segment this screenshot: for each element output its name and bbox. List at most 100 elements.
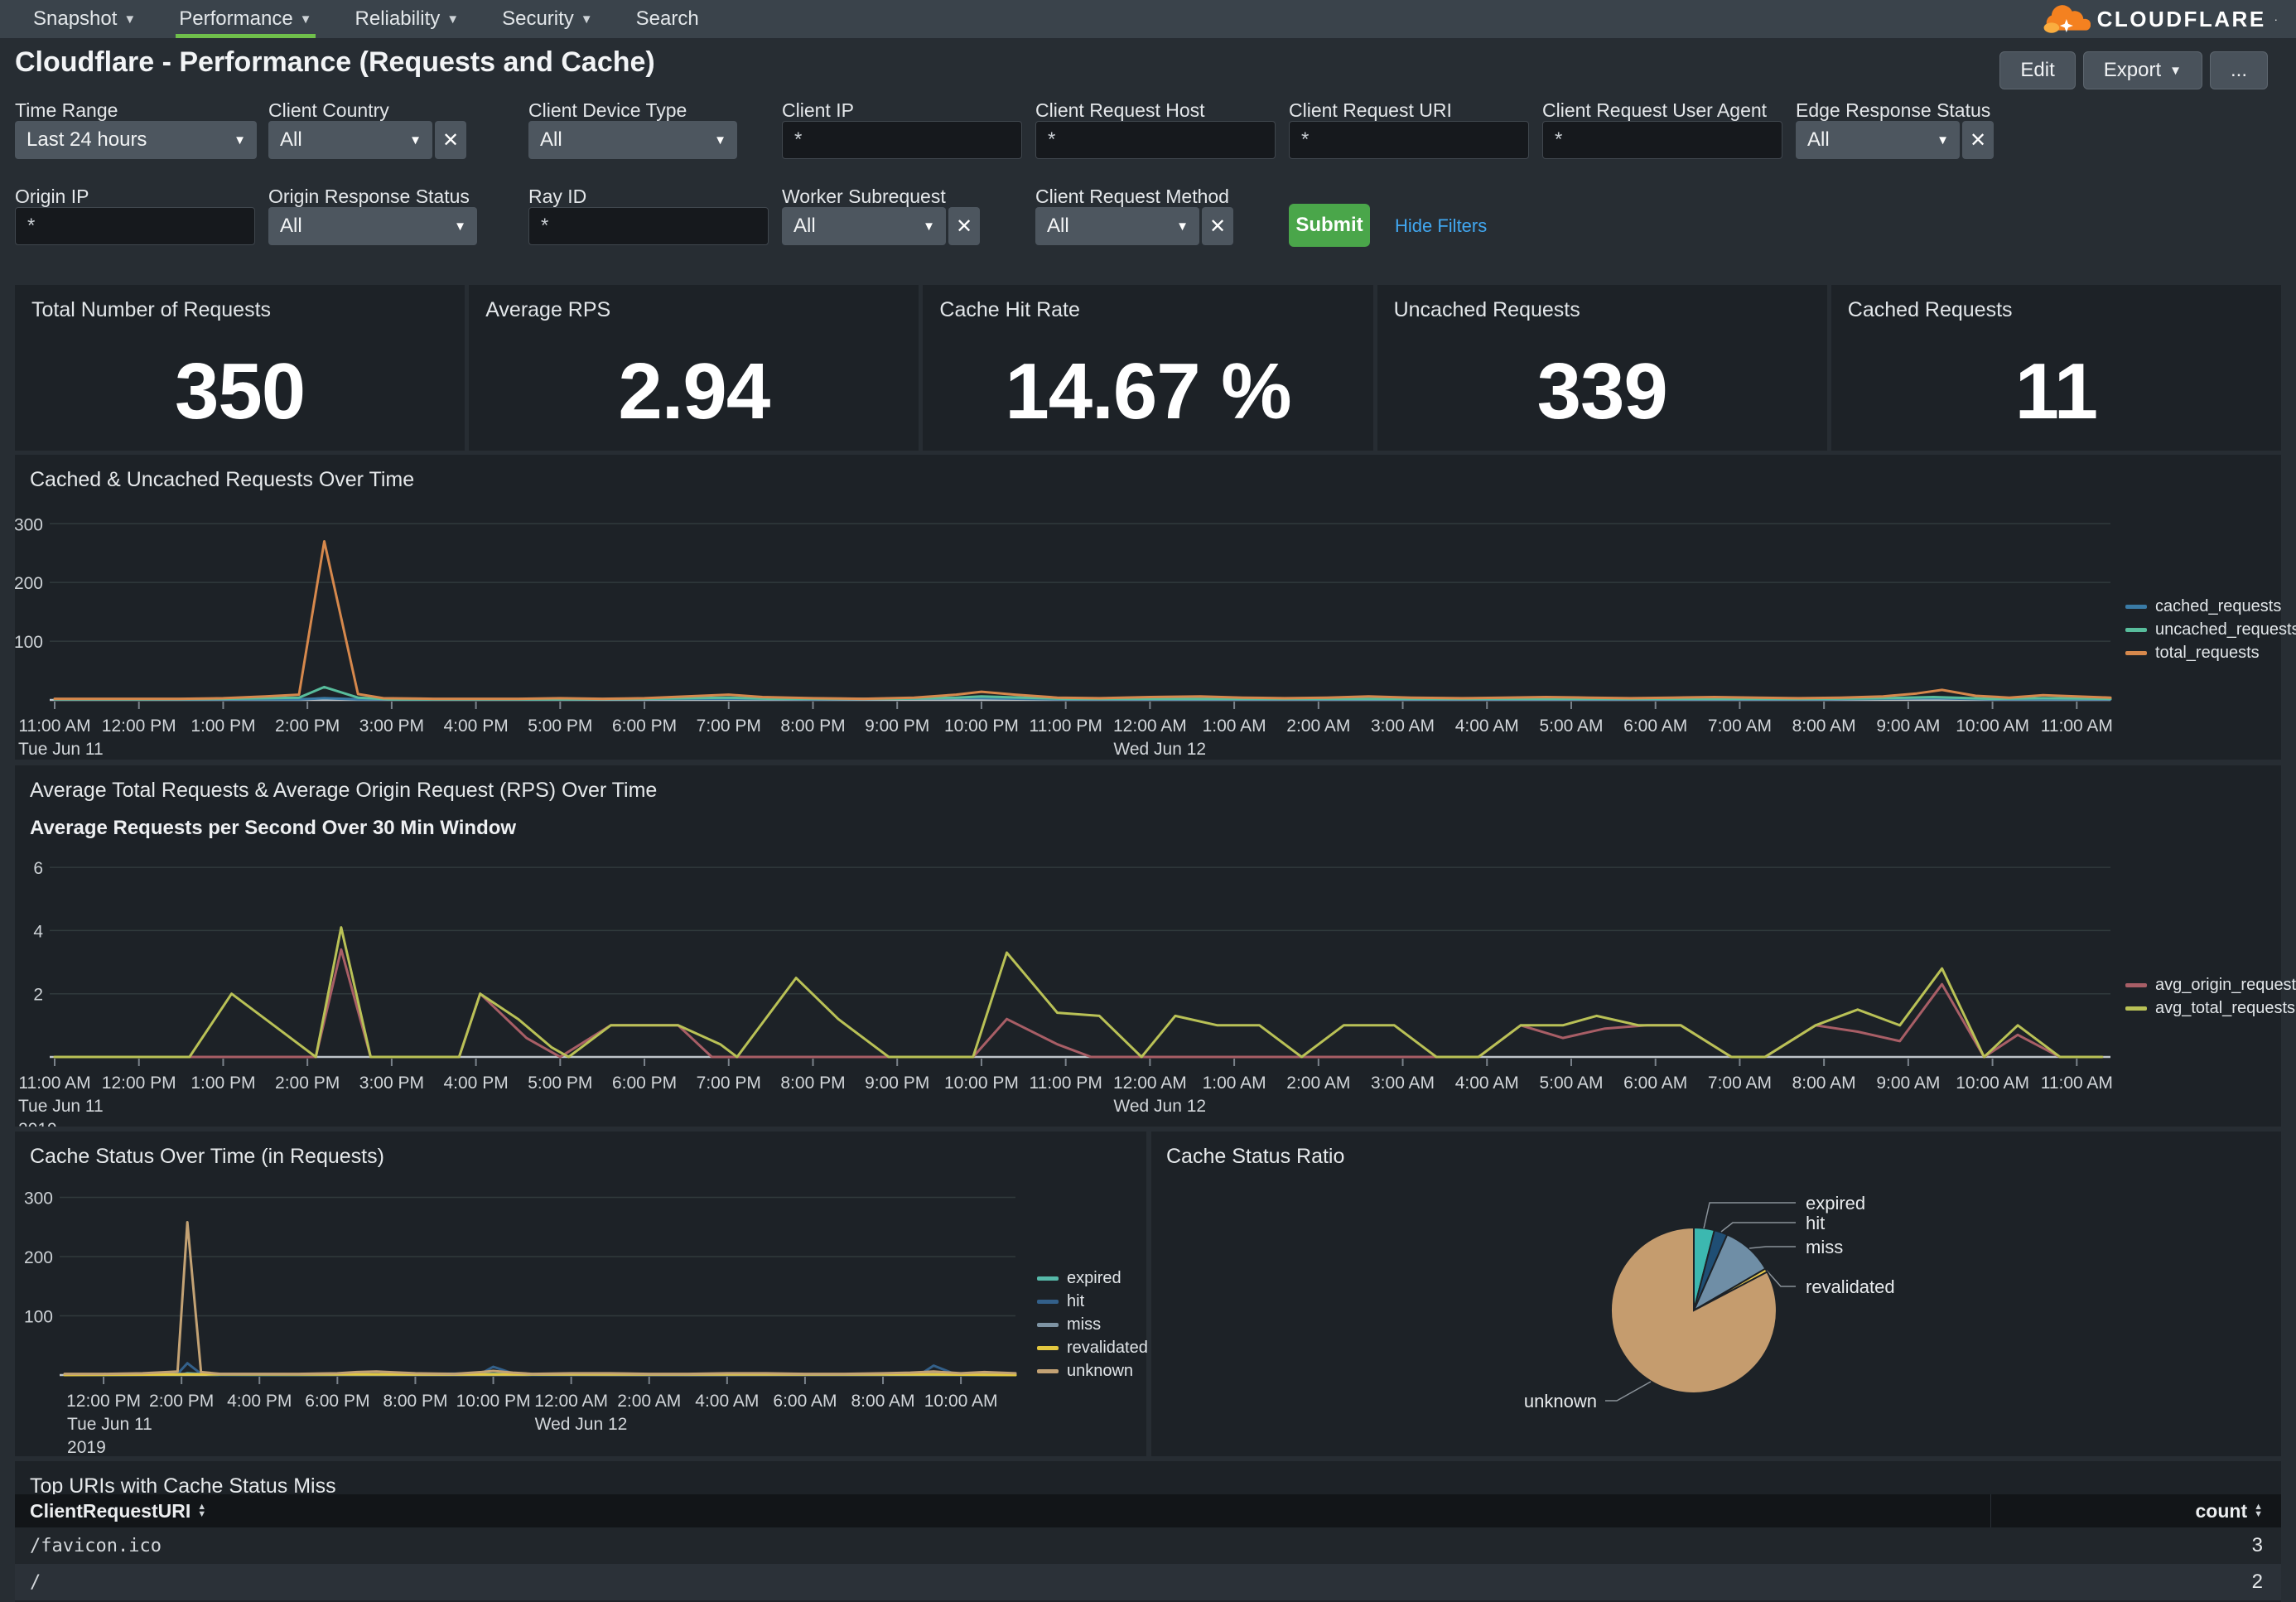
pie-label-revalidated: revalidated	[1806, 1276, 1895, 1297]
legend-item-cached_requests[interactable]: cached_requests	[2125, 597, 2296, 616]
clear-filter-button[interactable]: ✕	[948, 207, 980, 245]
nav-item-snapshot[interactable]: Snapshot▼	[30, 0, 139, 38]
svg-text:300: 300	[15, 515, 43, 534]
chevron-down-icon: ▼	[714, 133, 726, 147]
legend-swatch	[2125, 651, 2147, 655]
svg-text:2:00 PM: 2:00 PM	[275, 717, 340, 736]
cloudflare-logo: CLOUDFLARE·	[2039, 0, 2278, 38]
client-ip-input[interactable]	[782, 121, 1022, 159]
legend-label: total_requests	[2155, 644, 2260, 663]
nav-item-label: Performance	[179, 7, 292, 31]
filter-control	[782, 121, 1022, 159]
chart-legend: avg_origin_requests avg_total_requests	[2125, 976, 2296, 1018]
stat-card: Average RPS2.94	[469, 285, 919, 451]
client-device-type-select[interactable]: All ▼	[528, 121, 737, 159]
svg-text:7:00 AM: 7:00 AM	[1708, 717, 1772, 736]
ray-id-input[interactable]	[528, 207, 769, 245]
legend-label: unknown	[1067, 1362, 1133, 1381]
select-value: All	[540, 128, 562, 152]
filter-label: Client Request User Agent	[1542, 99, 1767, 122]
hide-filters-link[interactable]: Hide Filters	[1395, 215, 1487, 237]
nav-item-performance[interactable]: Performance▼	[176, 0, 315, 38]
legend-swatch	[1037, 1323, 1059, 1327]
legend-swatch	[1037, 1369, 1059, 1373]
svg-text:Tue Jun 11: Tue Jun 11	[18, 740, 104, 759]
client-request-uri-input[interactable]	[1289, 121, 1529, 159]
edge-response-status-select[interactable]: All▼	[1796, 121, 1960, 159]
svg-text:6:00 AM: 6:00 AM	[773, 1392, 837, 1411]
stat-cards-row: Total Number of Requests 350Average RPS2.…	[15, 285, 2281, 451]
filter-label: Client Request Host	[1035, 99, 1205, 122]
svg-text:100: 100	[24, 1307, 53, 1326]
stat-value: 350	[15, 333, 465, 451]
svg-text:12:00 AM: 12:00 AM	[1113, 1074, 1187, 1093]
chart-plot-cache-status-over-time[interactable]: 10020030012:00 PMTue Jun 1120192:00 PM4:…	[15, 1132, 1146, 1456]
svg-text:Tue Jun 11: Tue Jun 11	[18, 1097, 104, 1116]
client-country-select[interactable]: All▼	[268, 121, 432, 159]
legend-swatch	[1037, 1346, 1059, 1350]
filter-label: Edge Response Status	[1796, 99, 1990, 122]
filter-label: Time Range	[15, 99, 118, 122]
export-button[interactable]: Export▼	[2083, 51, 2202, 89]
chevron-down-icon: ▼	[234, 133, 246, 147]
brand-trademark: ·	[2274, 13, 2278, 26]
table-row: /2	[15, 1564, 2281, 1600]
panel-cache-status-ratio: Cache Status Ratioexpiredhitmissrevalida…	[1151, 1132, 2281, 1456]
legend-item-total_requests[interactable]: total_requests	[2125, 644, 2296, 663]
clear-filter-button[interactable]: ✕	[1202, 207, 1233, 245]
header-buttons: Edit Export▼ ...	[1999, 51, 2268, 89]
legend-item-avg_origin_requests[interactable]: avg_origin_requests	[2125, 976, 2296, 995]
nav-item-security[interactable]: Security▼	[499, 0, 596, 38]
pie-label-expired: expired	[1806, 1193, 1865, 1214]
legend-label: avg_origin_requests	[2155, 976, 2296, 995]
svg-text:9:00 AM: 9:00 AM	[1876, 717, 1940, 736]
series-avg_origin_requests	[55, 949, 2102, 1057]
chart-plot-requests-over-time[interactable]: 10020030011:00 AMTue Jun 11201912:00 PM1…	[15, 455, 2281, 760]
client-request-method-select[interactable]: All▼	[1035, 207, 1199, 245]
clear-filter-button[interactable]: ✕	[435, 121, 466, 159]
legend-item-avg_total_requests[interactable]: avg_total_requests	[2125, 999, 2296, 1018]
filter-label: Client Country	[268, 99, 389, 122]
legend-swatch	[2125, 628, 2147, 632]
legend-item-expired[interactable]: expired	[1037, 1269, 1148, 1288]
nav-item-reliability[interactable]: Reliability▼	[352, 0, 463, 38]
svg-text:1:00 AM: 1:00 AM	[1203, 1074, 1266, 1093]
submit-button[interactable]: Submit	[1289, 204, 1370, 247]
origin-response-status-select[interactable]: All▼	[268, 207, 477, 245]
filter-control: All▼✕	[1035, 207, 1233, 245]
time-range-select[interactable]: Last 24 hours ▼	[15, 121, 257, 159]
svg-text:2:00 AM: 2:00 AM	[617, 1392, 681, 1411]
svg-text:2:00 AM: 2:00 AM	[1286, 1074, 1350, 1093]
worker-subrequest-select[interactable]: All▼	[782, 207, 946, 245]
chart-plot-avg-rps-over-time[interactable]: 24611:00 AMTue Jun 11201912:00 PM1:00 PM…	[15, 765, 2281, 1127]
legend-swatch	[1037, 1276, 1059, 1281]
stat-label: Total Number of Requests	[31, 298, 271, 322]
more-options-button[interactable]: ...	[2210, 51, 2268, 89]
svg-text:Wed Jun 12: Wed Jun 12	[1113, 740, 1206, 759]
svg-text:12:00 PM: 12:00 PM	[102, 717, 176, 736]
clear-filter-button[interactable]: ✕	[1962, 121, 1994, 159]
svg-text:200: 200	[15, 574, 43, 593]
pie-chart-cache-status-ratio[interactable]: expiredhitmissrevalidatedunknown	[1151, 1132, 2281, 1456]
client-request-host-input[interactable]	[1035, 121, 1276, 159]
legend-item-hit[interactable]: hit	[1037, 1292, 1148, 1311]
legend-item-unknown[interactable]: unknown	[1037, 1362, 1148, 1381]
svg-text:9:00 PM: 9:00 PM	[865, 717, 929, 736]
legend-swatch	[2125, 1006, 2147, 1011]
origin-ip-input[interactable]	[15, 207, 255, 245]
nav-item-search[interactable]: Search	[633, 0, 702, 38]
legend-item-miss[interactable]: miss	[1037, 1315, 1148, 1334]
edit-button[interactable]: Edit	[1999, 51, 2075, 89]
stat-label: Cached Requests	[1848, 298, 2013, 322]
cell-count: 2	[1991, 1571, 2281, 1594]
client-request-user-agent-input[interactable]	[1542, 121, 1782, 159]
select-value: Last 24 hours	[27, 128, 147, 152]
column-header-uri[interactable]: ClientRequestURI ▲▼	[15, 1494, 1991, 1527]
nav-item-label: Snapshot	[33, 7, 117, 31]
stat-value: 2.94	[469, 333, 919, 451]
legend-item-revalidated[interactable]: revalidated	[1037, 1339, 1148, 1358]
legend-item-uncached_requests[interactable]: uncached_requests	[2125, 620, 2296, 639]
column-header-count[interactable]: count ▲▼	[1991, 1494, 2281, 1527]
nav-item-label: Reliability	[355, 7, 441, 31]
svg-text:8:00 PM: 8:00 PM	[383, 1392, 447, 1411]
